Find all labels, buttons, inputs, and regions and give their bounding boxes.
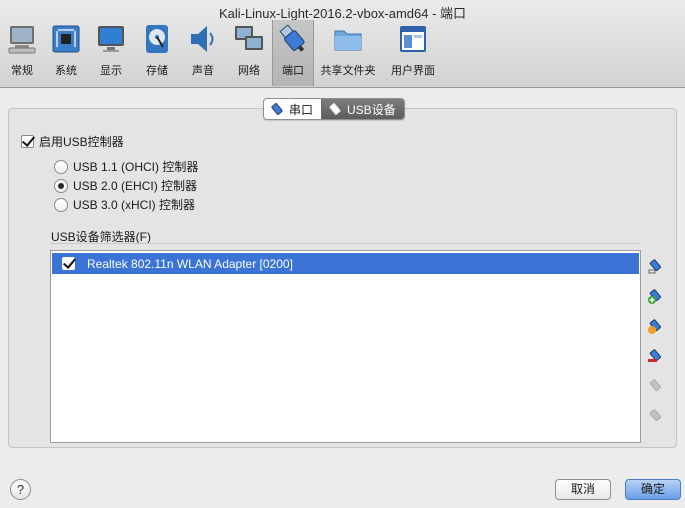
toolbar-item-user-interface[interactable]: 用户界面 [382, 20, 444, 86]
radio-usb11[interactable]: USB 1.1 (OHCI) 控制器 [54, 158, 198, 175]
folder-icon [334, 30, 362, 51]
window-icon [400, 26, 426, 52]
edit-filter-icon [648, 319, 661, 334]
tab-usb[interactable]: USB设备 [321, 99, 404, 119]
cancel-button[interactable]: 取消 [555, 479, 611, 500]
radio-circle[interactable] [54, 159, 68, 174]
list-item[interactable]: Realtek 802.11n WLAN Adapter [0200] [52, 253, 639, 274]
disk-icon [146, 25, 168, 53]
toolbar-item-general[interactable]: 常规 [0, 20, 44, 86]
usb-filter-list[interactable]: Realtek 802.11n WLAN Adapter [0200] [50, 250, 641, 443]
edit-filter-button[interactable] [647, 317, 665, 335]
add-from-device-icon [648, 289, 661, 304]
add-from-device-button[interactable] [647, 287, 665, 305]
toolbar-item-system[interactable]: 系统 [44, 20, 88, 86]
toolbar-item-display[interactable]: 显示 [88, 20, 134, 86]
ok-button[interactable]: 确定 [625, 479, 681, 500]
checkbox-box[interactable] [21, 135, 34, 148]
toolbar-item-shared-folders[interactable]: 共享文件夹 [314, 20, 382, 86]
add-filter-icon [648, 259, 661, 274]
usb-icon [329, 103, 341, 115]
port-tabs: 串口 USB设备 [263, 98, 405, 120]
enable-usb-checkbox[interactable]: 启用USB控制器 [21, 133, 124, 150]
help-button[interactable]: ? [10, 479, 31, 500]
toolbar-item-storage[interactable]: 存储 [134, 20, 180, 86]
move-down-button[interactable] [647, 407, 665, 425]
move-up-button[interactable] [647, 377, 665, 395]
window-toolbar: Kali-Linux-Light-2016.2-vbox-amd64 - 端口 … [0, 0, 685, 88]
separator [51, 243, 640, 244]
toolbar-item-network[interactable]: 网络 [226, 20, 272, 86]
radio-usb20[interactable]: USB 2.0 (EHCI) 控制器 [54, 177, 197, 194]
chip-icon [52, 25, 80, 53]
move-down-icon [649, 409, 661, 422]
remove-filter-icon [648, 349, 661, 362]
radio-circle[interactable] [54, 197, 68, 212]
radio-usb30[interactable]: USB 3.0 (xHCI) 控制器 [54, 196, 195, 213]
remove-filter-button[interactable] [647, 347, 665, 365]
radio-circle[interactable] [54, 178, 68, 193]
monitor-general-icon [8, 26, 36, 54]
add-filter-button[interactable] [647, 257, 665, 275]
filter-checkbox[interactable] [62, 257, 75, 270]
tab-serial[interactable]: 串口 [264, 99, 321, 119]
toolbar-item-ports[interactable]: 端口 [272, 20, 314, 86]
settings-toolbar: 常规 系统 显示 存储 声音 网络 端口 共享文件夹 用户界面 [0, 20, 444, 88]
speaker-icon [191, 26, 214, 52]
move-up-icon [649, 379, 661, 392]
toolbar-item-audio[interactable]: 声音 [180, 20, 226, 86]
display-icon [98, 26, 124, 52]
usb-plug-icon [279, 24, 305, 52]
serial-port-icon [271, 103, 283, 115]
network-icon [235, 26, 263, 50]
